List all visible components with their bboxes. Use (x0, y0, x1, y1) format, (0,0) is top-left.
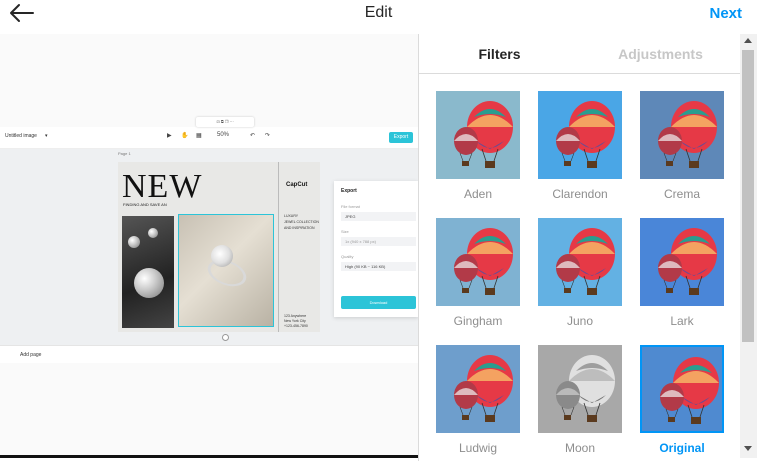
undo-icon: ↶ (250, 133, 256, 139)
hand-icon: ✋ (181, 133, 189, 139)
frame-icon: ▦ (196, 133, 202, 139)
side-line: JEWEL COLLECTION (284, 220, 319, 224)
footer-line: New York City (284, 319, 306, 323)
scroll-down-icon[interactable] (744, 446, 752, 451)
side-line: LUXURY (284, 214, 299, 218)
filter-name: Original (659, 441, 705, 455)
image-preview: Untitled image ▾ ▶ ✋ ▦ 50% ↶ ↷ Export Pa… (0, 34, 418, 458)
filter-thumbnail (538, 91, 622, 179)
tab-divider (419, 73, 740, 74)
next-button[interactable]: Next (709, 5, 742, 22)
selection-toolbar: ⊡ ⧉ ❐ ⋯ (196, 117, 254, 127)
size-label: Size (341, 229, 349, 234)
add-page: Add page (20, 352, 42, 358)
subline-text: FINDING AND SAVE AN (123, 202, 167, 207)
doc-title: Untitled image (5, 133, 37, 139)
ring-photo (178, 214, 274, 327)
quality-label: Quality (341, 254, 354, 259)
quality-field: High (90 KB ~ 116 KB) (341, 262, 416, 271)
filter-name: Lark (670, 314, 694, 328)
page-label: Page 1 (118, 151, 131, 156)
gem-shape (148, 228, 158, 238)
filter-name: Aden (463, 187, 493, 201)
filter-thumbnail (538, 218, 622, 306)
filters-panel: Filters Adjustments Aden Clarendon Crema Gi… (418, 34, 740, 461)
filter-thumbnail (538, 345, 622, 433)
scrollbar-thumb[interactable] (742, 50, 754, 342)
filter-name: Crema (663, 187, 700, 201)
ring-stone (211, 245, 233, 267)
page-title: Edit (364, 4, 393, 21)
filter-name: Moon (564, 441, 596, 455)
file-format-label: File format (341, 204, 360, 209)
filter-name: Ludwig (458, 441, 498, 455)
headline-text: NEW (122, 168, 203, 205)
tab-filters[interactable]: Filters (419, 34, 580, 74)
filter-thumbnail (640, 345, 724, 433)
gem-shape (128, 236, 140, 248)
filter-thumbnail (640, 218, 724, 306)
chevron-down-icon: ▾ (45, 133, 48, 139)
footer-line: 123 Anywhere (284, 314, 307, 318)
zoom-level: 50% (217, 132, 230, 138)
filter-name: Clarendon (552, 187, 608, 201)
editor-bottom-bar: Add page (0, 345, 418, 363)
page-divider (278, 162, 279, 332)
export-title: Export (341, 188, 357, 194)
editor-export-button: Export (389, 132, 413, 143)
scrollbar[interactable] (740, 34, 757, 458)
filter-thumbnail (436, 91, 520, 179)
export-panel: Export File format JPEG Size 1x (940 x 7… (334, 181, 418, 317)
tab-adjustments[interactable]: Adjustments (580, 34, 740, 74)
design-page: NEW FINDING AND SAVE AN CapCut LUXURY JE… (118, 162, 320, 332)
gem-shape (134, 268, 164, 298)
side-line: AND INSPIRATION (284, 226, 315, 230)
filter-thumbnail (640, 91, 724, 179)
file-format-field: JPEG (341, 212, 416, 221)
scroll-up-icon[interactable] (744, 38, 752, 43)
filter-thumbnail (436, 345, 520, 433)
top-bar: Edit Next (0, 0, 757, 34)
redo-icon: ↷ (265, 133, 271, 139)
size-field: 1x (940 x 788 px) (341, 237, 416, 246)
download-button: Download (341, 296, 416, 309)
rotate-handle (222, 334, 229, 341)
editor-toolbar: Untitled image ▾ ▶ ✋ ▦ 50% ↶ ↷ Export (0, 127, 418, 149)
footer-line: +123-456-7890 (284, 324, 308, 328)
pointer-icon: ▶ (167, 133, 172, 139)
divider (0, 455, 418, 458)
filter-thumbnail (436, 218, 520, 306)
filter-name: Juno (566, 314, 594, 328)
diamonds-photo (122, 216, 174, 328)
filter-name: Gingham (453, 314, 503, 328)
brand-logo: CapCut (286, 182, 308, 188)
